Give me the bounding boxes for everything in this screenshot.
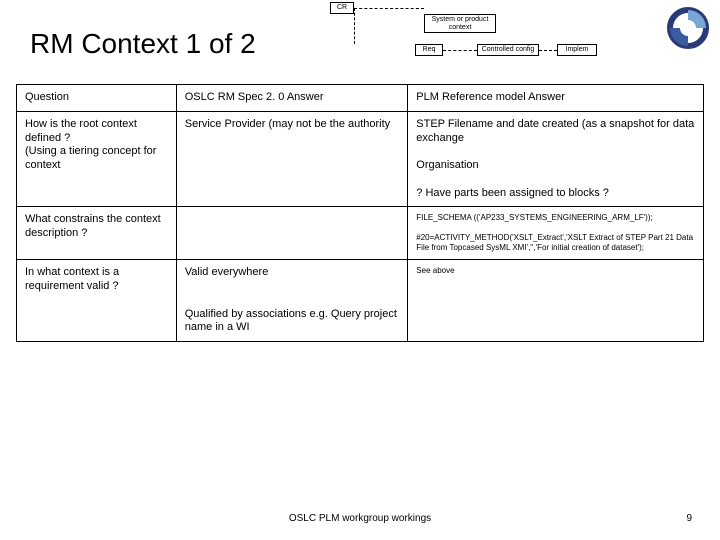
q1-line1: How is the root context defined ? [25,118,137,144]
table-row: How is the root context defined ? (Using… [17,111,704,207]
table-row: In what context is a requirement valid ?… [17,260,704,342]
cell-q1: How is the root context defined ? (Using… [17,111,177,207]
diagram-system-box: System or product context [424,14,496,33]
cell-a2-plm: FILE_SCHEMA (('AP233_SYSTEMS_ENGINEERING… [408,207,704,260]
context-diagram: CR System or product context Req Control… [330,2,660,72]
cell-a3-plm: See above [408,260,704,342]
diagram-impl-box: Implem [557,44,597,56]
a2-plm-line1: FILE_SCHEMA (('AP233_SYSTEMS_ENGINEERING… [416,213,652,222]
diagram-cr-box: CR [330,2,354,14]
table-row: What constrains the context description … [17,207,704,260]
q1-line2: (Using a tiering concept for context [25,145,156,171]
table-header-row: Question OSLC RM Spec 2. 0 Answer PLM Re… [17,85,704,112]
diagram-connector-2 [443,50,477,51]
logo-icon [666,6,710,50]
diagram-connector [354,8,424,9]
footer-text: OSLC PLM workgroup workings [0,513,720,524]
a2-plm-line2: #20=ACTIVITY_METHOD('XSLT_Extract','XSLT… [416,233,693,252]
cell-q2: What constrains the context description … [17,207,177,260]
slide-title: RM Context 1 of 2 [30,28,256,60]
a3-oslc-line2: Qualified by associations e.g. Query pro… [185,308,397,334]
content-table: Question OSLC RM Spec 2. 0 Answer PLM Re… [16,84,704,342]
cell-a1-plm: STEP Filename and date created (as a sna… [408,111,704,207]
a3-oslc-line1: Valid everywhere [185,266,269,278]
diagram-connector-3 [539,50,557,51]
page-number: 9 [686,513,692,524]
cell-q3: In what context is a requirement valid ? [17,260,177,342]
a1-plm-line1: STEP Filename and date created (as a sna… [416,118,694,144]
diagram-cc-box: Controlled config [477,44,539,56]
diagram-req-box: Req [415,44,443,56]
cell-a3-oslc: Valid everywhere Qualified by associatio… [176,260,408,342]
a1-plm-line3: ? Have parts been assigned to blocks ? [416,187,609,199]
a1-plm-line2: Organisation [416,159,478,171]
cell-a1-oslc: Service Provider (may not be the authori… [176,111,408,207]
header-plm: PLM Reference model Answer [408,85,704,112]
cell-a2-oslc [176,207,408,260]
slide: RM Context 1 of 2 CR System or product c… [0,0,720,540]
diagram-connector-v [354,8,355,44]
header-oslc: OSLC RM Spec 2. 0 Answer [176,85,408,112]
header-question: Question [17,85,177,112]
